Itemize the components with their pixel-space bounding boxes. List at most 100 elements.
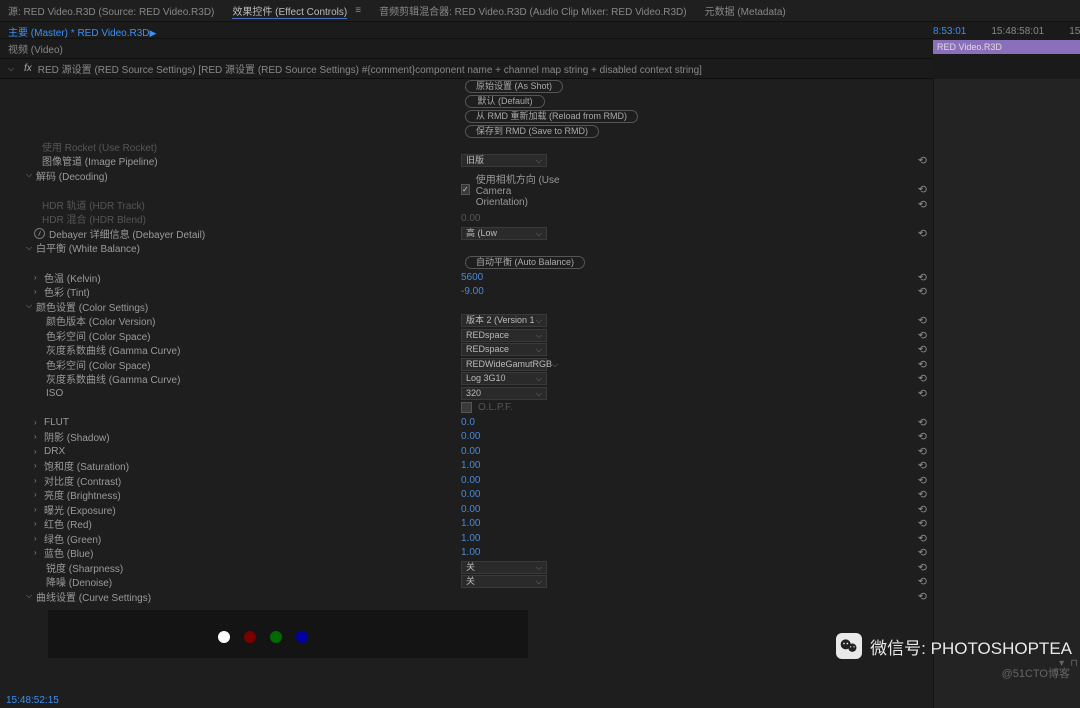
reset-icon[interactable]: ⟲	[918, 503, 927, 516]
master-clip-header: 主要 (Master) * RED Video.R3D▶	[0, 22, 933, 39]
brightness-label: 亮度 (Brightness)	[44, 487, 121, 502]
debayer-select[interactable]: 高 (Low	[461, 227, 547, 240]
video-section-header[interactable]: 视频 (Video)	[0, 39, 933, 59]
white-balance-group[interactable]: 白平衡 (White Balance)	[36, 240, 140, 255]
olpf-checkbox[interactable]	[461, 402, 472, 413]
reload-rmd-button[interactable]: 从 RMD 重新加载 (Reload from RMD)	[465, 110, 638, 123]
color-settings-group[interactable]: 颜色设置 (Color Settings)	[36, 299, 148, 314]
panel-menu-icon[interactable]: ≡	[355, 5, 361, 16]
reset-icon[interactable]: ⟲	[918, 271, 927, 284]
tool-icon[interactable]: ⊓	[1070, 658, 1078, 669]
reset-icon[interactable]: ⟲	[918, 329, 927, 342]
contrast-label: 对比度 (Contrast)	[44, 473, 121, 488]
red-value[interactable]: 1.00	[461, 518, 566, 529]
green-value[interactable]: 1.00	[461, 533, 566, 544]
reset-icon[interactable]: ⟲	[918, 488, 927, 501]
tab-source[interactable]: 源: RED Video.R3D (Source: RED Video.R3D)	[8, 3, 214, 18]
reset-icon[interactable]: ⟲	[918, 372, 927, 385]
hdr-blend-value: 0.00	[461, 213, 566, 224]
reset-icon[interactable]: ⟲	[918, 343, 927, 356]
tint-value[interactable]: -9.00	[461, 286, 566, 297]
as-shot-button[interactable]: 原始设置 (As Shot)	[465, 80, 563, 93]
drx-value[interactable]: 0.00	[461, 446, 566, 457]
curve-white-dot[interactable]	[218, 631, 230, 643]
reset-icon[interactable]: ⟲	[918, 474, 927, 487]
decoding-group[interactable]: 解码 (Decoding)	[36, 168, 108, 183]
reset-icon[interactable]: ⟲	[918, 532, 927, 545]
watermark: 微信号: PHOTOSHOPTEA	[836, 633, 1072, 659]
curve-red-dot[interactable]	[244, 631, 256, 643]
reset-icon[interactable]: ⟲	[918, 183, 927, 196]
fx-header[interactable]: ⌵fxRED 源设置 (RED Source Settings) [RED 源设…	[0, 59, 933, 79]
gamma-2-select[interactable]: Log 3G10	[461, 372, 547, 385]
gamma-1-select[interactable]: REDspace	[461, 343, 547, 356]
timeline-panel[interactable]: ▾⊓	[933, 79, 1080, 708]
reset-icon[interactable]: ⟲	[918, 546, 927, 559]
timeline-ruler[interactable]: 8:53:01 15:48:58:01 15:49:03:0	[933, 22, 1080, 40]
auto-balance-button[interactable]: 自动平衡 (Auto Balance)	[465, 256, 585, 269]
reset-icon[interactable]: ⟲	[918, 416, 927, 429]
color-space-2-select[interactable]: REDWideGamutRGB	[461, 358, 547, 371]
tab-metadata[interactable]: 元数据 (Metadata)	[705, 3, 786, 18]
reset-icon[interactable]: ⟲	[918, 314, 927, 327]
reset-icon[interactable]: ⟲	[918, 285, 927, 298]
green-label: 绿色 (Green)	[44, 531, 101, 546]
debayer-label: Debayer 详细信息 (Debayer Detail)	[49, 226, 205, 241]
drx-label: DRX	[44, 446, 65, 457]
sharpness-select[interactable]: 关	[461, 561, 547, 574]
iso-label: ISO	[46, 388, 63, 399]
flut-value[interactable]: 0.0	[461, 417, 566, 428]
stopwatch-icon[interactable]	[34, 228, 45, 239]
contrast-value[interactable]: 0.00	[461, 475, 566, 486]
time-marker-2: 15:48:58:01	[991, 26, 1044, 37]
kelvin-label: 色温 (Kelvin)	[44, 270, 101, 285]
reset-icon[interactable]: ⟲	[918, 198, 927, 211]
shadow-value[interactable]: 0.00	[461, 431, 566, 442]
reset-icon[interactable]: ⟲	[918, 154, 927, 167]
reset-icon[interactable]: ⟲	[918, 590, 927, 603]
reset-icon[interactable]: ⟲	[918, 445, 927, 458]
curve-green-dot[interactable]	[270, 631, 282, 643]
reset-icon[interactable]: ⟲	[918, 561, 927, 574]
save-rmd-button[interactable]: 保存到 RMD (Save to RMD)	[465, 125, 599, 138]
color-space-2-label: 色彩空间 (Color Space)	[46, 357, 150, 372]
exposure-value[interactable]: 0.00	[461, 504, 566, 515]
tab-effect-controls[interactable]: 效果控件 (Effect Controls)	[232, 3, 347, 19]
current-timecode[interactable]: 15:48:52:15	[6, 695, 59, 706]
reset-icon[interactable]: ⟲	[918, 430, 927, 443]
reset-icon[interactable]: ⟲	[918, 358, 927, 371]
reset-icon[interactable]: ⟲	[918, 387, 927, 400]
denoise-label: 降噪 (Denoise)	[46, 574, 112, 589]
tab-audio-mixer[interactable]: 音频剪辑混合器: RED Video.R3D (Audio Clip Mixer…	[379, 3, 687, 18]
play-indicator-icon: ▶	[150, 28, 157, 38]
image-pipeline-select[interactable]: 旧版	[461, 154, 547, 167]
curve-settings-group[interactable]: 曲线设置 (Curve Settings)	[36, 589, 151, 604]
curve-blue-dot[interactable]	[296, 631, 308, 643]
flut-label: FLUT	[44, 417, 69, 428]
panel-tabs: 源: RED Video.R3D (Source: RED Video.R3D)…	[0, 0, 1080, 22]
color-space-1-select[interactable]: REDspace	[461, 329, 547, 342]
kelvin-value[interactable]: 5600	[461, 272, 566, 283]
reset-icon[interactable]: ⟲	[918, 575, 927, 588]
time-marker-1: 8:53:01	[933, 26, 966, 37]
reset-icon[interactable]: ⟲	[918, 459, 927, 472]
wechat-icon	[836, 633, 862, 659]
tint-label: 色彩 (Tint)	[44, 284, 90, 299]
denoise-select[interactable]: 关	[461, 575, 547, 588]
iso-select[interactable]: 320	[461, 387, 547, 400]
saturation-value[interactable]: 1.00	[461, 460, 566, 471]
red-label: 红色 (Red)	[44, 516, 92, 531]
default-button[interactable]: 默认 (Default)	[465, 95, 545, 108]
reset-icon[interactable]: ⟲	[918, 517, 927, 530]
blue-value[interactable]: 1.00	[461, 547, 566, 558]
reset-icon[interactable]: ⟲	[918, 227, 927, 240]
effect-controls-list: 原始设置 (As Shot) 默认 (Default) 从 RMD 重新加载 (…	[0, 79, 933, 658]
color-version-select[interactable]: 版本 2 (Version 1	[461, 314, 547, 327]
brightness-value[interactable]: 0.00	[461, 489, 566, 500]
color-space-1-label: 色彩空间 (Color Space)	[46, 328, 150, 343]
exposure-label: 曝光 (Exposure)	[44, 502, 116, 517]
timeline-clip[interactable]: RED Video.R3D	[933, 40, 1080, 54]
camera-orientation-checkbox[interactable]	[461, 184, 470, 195]
fx-badge-icon: fx	[24, 63, 32, 74]
gamma-1-label: 灰度系数曲线 (Gamma Curve)	[46, 342, 180, 357]
